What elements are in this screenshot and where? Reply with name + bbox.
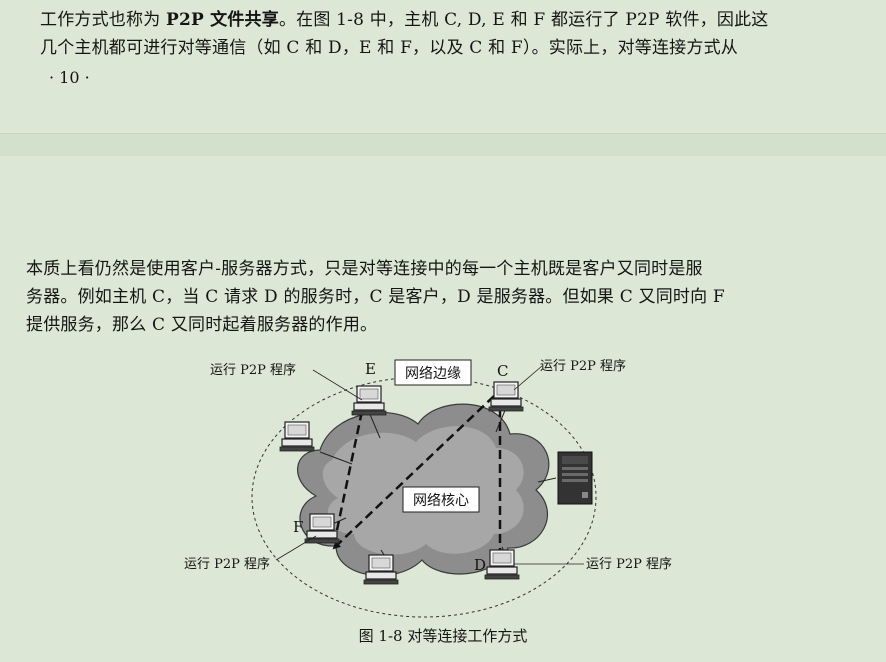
bold-term: P2P 文件共享 — [166, 10, 279, 30]
figure-caption: 图 1-8 对等连接工作方式 — [358, 627, 528, 645]
host-label-c: C — [497, 362, 508, 380]
page-break-gap — [0, 133, 886, 157]
page-number: · 10 · — [49, 68, 90, 87]
network-core-label: 网络核心 — [413, 493, 469, 509]
text-line: 几个主机都可进行对等通信（如 C 和 D，E 和 F，以及 C 和 F）。实际上… — [40, 38, 738, 58]
host-label-f: F — [293, 518, 303, 536]
host-f-computer-icon — [304, 513, 340, 544]
text-line: 提供服务，那么 C 又同时起着服务器的作用。 — [26, 315, 378, 335]
callout-line-e — [312, 369, 363, 401]
network-edge-label: 网络边缘 — [405, 366, 461, 382]
p2p-program-label-c: 运行 P2P 程序 — [540, 359, 626, 374]
server-icon — [557, 451, 593, 505]
text-line: 务器。例如主机 C，当 C 请求 D 的服务时，C 是客户，D 是服务器。但如果… — [26, 287, 725, 307]
callout-line-c — [513, 365, 543, 391]
p2p-program-label-e: 运行 P2P 程序 — [210, 363, 296, 378]
host-label-d: D — [474, 556, 486, 574]
p2p-program-label-f: 运行 P2P 程序 — [184, 557, 270, 572]
host-d-computer-icon — [484, 549, 520, 580]
p2p-program-label-d: 运行 P2P 程序 — [586, 557, 672, 572]
text-line: 工作方式也称为 P2P 文件共享。在图 1-8 中，主机 C, D, E 和 F… — [40, 10, 769, 30]
host-e-computer-icon — [351, 385, 387, 416]
page-11-paragraph: 本质上看仍然是使用客户-服务器方式，只是对等连接中的每一个主机既是客户又同时是服… — [26, 255, 725, 339]
client-pc-bottom-icon — [363, 554, 399, 585]
client-pc-left-icon — [279, 421, 315, 452]
page-10-paragraph: 工作方式也称为 P2P 文件共享。在图 1-8 中，主机 C, D, E 和 F… — [40, 6, 768, 62]
callout-line-f — [275, 535, 317, 561]
host-label-e: E — [365, 360, 376, 378]
p2p-network-diagram: 网络边缘 网络核心 E C F D 运行 P2P 程序 运行 P2P 程序 运行… — [184, 359, 672, 618]
text-line: 本质上看仍然是使用客户-服务器方式，只是对等连接中的每一个主机既是客户又同时是服 — [26, 259, 703, 279]
